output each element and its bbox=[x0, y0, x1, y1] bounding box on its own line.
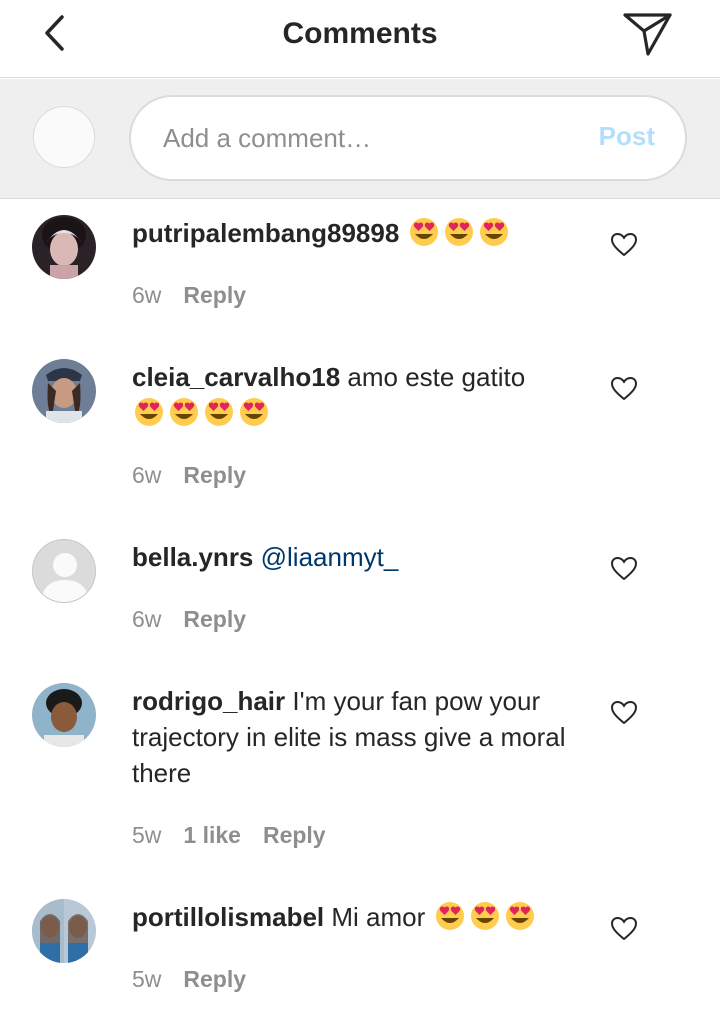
comment-text: rodrigo_hair I'm your fan pow your traje… bbox=[132, 683, 582, 791]
send-icon bbox=[623, 13, 672, 56]
like-count[interactable]: 1 like bbox=[183, 822, 241, 848]
avatar[interactable] bbox=[32, 215, 96, 279]
like-heart-icon[interactable] bbox=[610, 231, 638, 259]
comment-meta: 5w 1 like Reply bbox=[132, 822, 348, 849]
heart-eyes-emoji-icon bbox=[170, 398, 198, 426]
comment-text: portillolismabel Mi amor bbox=[132, 899, 582, 935]
comment-username[interactable]: bella.ynrs bbox=[132, 542, 253, 572]
post-button[interactable]: Post bbox=[599, 121, 655, 152]
like-heart-icon[interactable] bbox=[610, 699, 638, 727]
avatar[interactable] bbox=[32, 899, 96, 963]
comment-time: 5w bbox=[132, 966, 162, 992]
heart-eyes-emoji-icon bbox=[409, 218, 438, 246]
heart-eyes-emoji-icon bbox=[479, 218, 508, 246]
comment-item: bella.ynrs @liaanmyt_ 6w Reply bbox=[0, 524, 720, 668]
comment-meta: 6w Reply bbox=[132, 282, 268, 309]
reply-button[interactable]: Reply bbox=[263, 822, 326, 848]
comment-input[interactable] bbox=[163, 117, 563, 159]
heart-eyes-emoji-icon bbox=[505, 902, 534, 930]
comment-meta: 5w Reply bbox=[132, 966, 268, 993]
comment-username[interactable]: cleia_carvalho18 bbox=[132, 362, 340, 392]
avatar[interactable] bbox=[32, 359, 96, 423]
comment-username[interactable]: portillolismabel bbox=[132, 902, 324, 932]
current-user-avatar bbox=[33, 106, 95, 168]
comment-item: putripalembang89898 6w Reply bbox=[0, 200, 720, 344]
like-heart-icon[interactable] bbox=[610, 555, 638, 583]
reply-button[interactable]: Reply bbox=[183, 282, 246, 308]
comment-text: bella.ynrs @liaanmyt_ bbox=[132, 539, 582, 575]
heart-eyes-emoji-icon bbox=[205, 398, 233, 426]
comment-composer: Post bbox=[0, 79, 720, 199]
comment-body: Mi amor bbox=[331, 902, 426, 932]
comment-item: cleia_carvalho18 amo este gatito 6w Reply bbox=[0, 344, 720, 524]
comment-time: 5w bbox=[132, 822, 162, 848]
heart-eyes-emoji-icon bbox=[444, 218, 473, 246]
heart-eyes-emoji-icon bbox=[135, 398, 163, 426]
comment-time: 6w bbox=[132, 462, 162, 488]
comment-time: 6w bbox=[132, 606, 162, 632]
heart-eyes-emoji-icon bbox=[240, 398, 268, 426]
like-heart-icon[interactable] bbox=[610, 915, 638, 943]
reply-button[interactable]: Reply bbox=[183, 462, 246, 488]
avatar[interactable] bbox=[32, 539, 96, 603]
reply-button[interactable]: Reply bbox=[183, 606, 246, 632]
avatar[interactable] bbox=[32, 683, 96, 747]
mention-link[interactable]: @liaanmyt_ bbox=[261, 542, 399, 572]
direct-message-button[interactable] bbox=[622, 10, 674, 58]
comment-time: 6w bbox=[132, 282, 162, 308]
comment-item: rodrigo_hair I'm your fan pow your traje… bbox=[0, 668, 720, 884]
comment-text: putripalembang89898 bbox=[132, 215, 582, 251]
comment-username[interactable]: putripalembang89898 bbox=[132, 218, 399, 248]
comment-username[interactable]: rodrigo_hair bbox=[132, 686, 285, 716]
like-heart-icon[interactable] bbox=[610, 375, 638, 403]
comment-body: amo este gatito bbox=[347, 362, 526, 392]
comment-text: cleia_carvalho18 amo este gatito bbox=[132, 359, 582, 431]
heart-eyes-emoji-icon bbox=[435, 902, 464, 930]
reply-button[interactable]: Reply bbox=[183, 966, 246, 992]
comment-meta: 6w Reply bbox=[132, 462, 268, 489]
comment-meta: 6w Reply bbox=[132, 606, 268, 633]
comment-item: portillolismabel Mi amor 5w Reply bbox=[0, 884, 720, 1032]
page-title: Comments bbox=[282, 17, 438, 50]
comment-input-container[interactable]: Post bbox=[129, 95, 687, 181]
top-bar: Comments bbox=[0, 0, 720, 78]
heart-eyes-emoji-icon bbox=[470, 902, 499, 930]
